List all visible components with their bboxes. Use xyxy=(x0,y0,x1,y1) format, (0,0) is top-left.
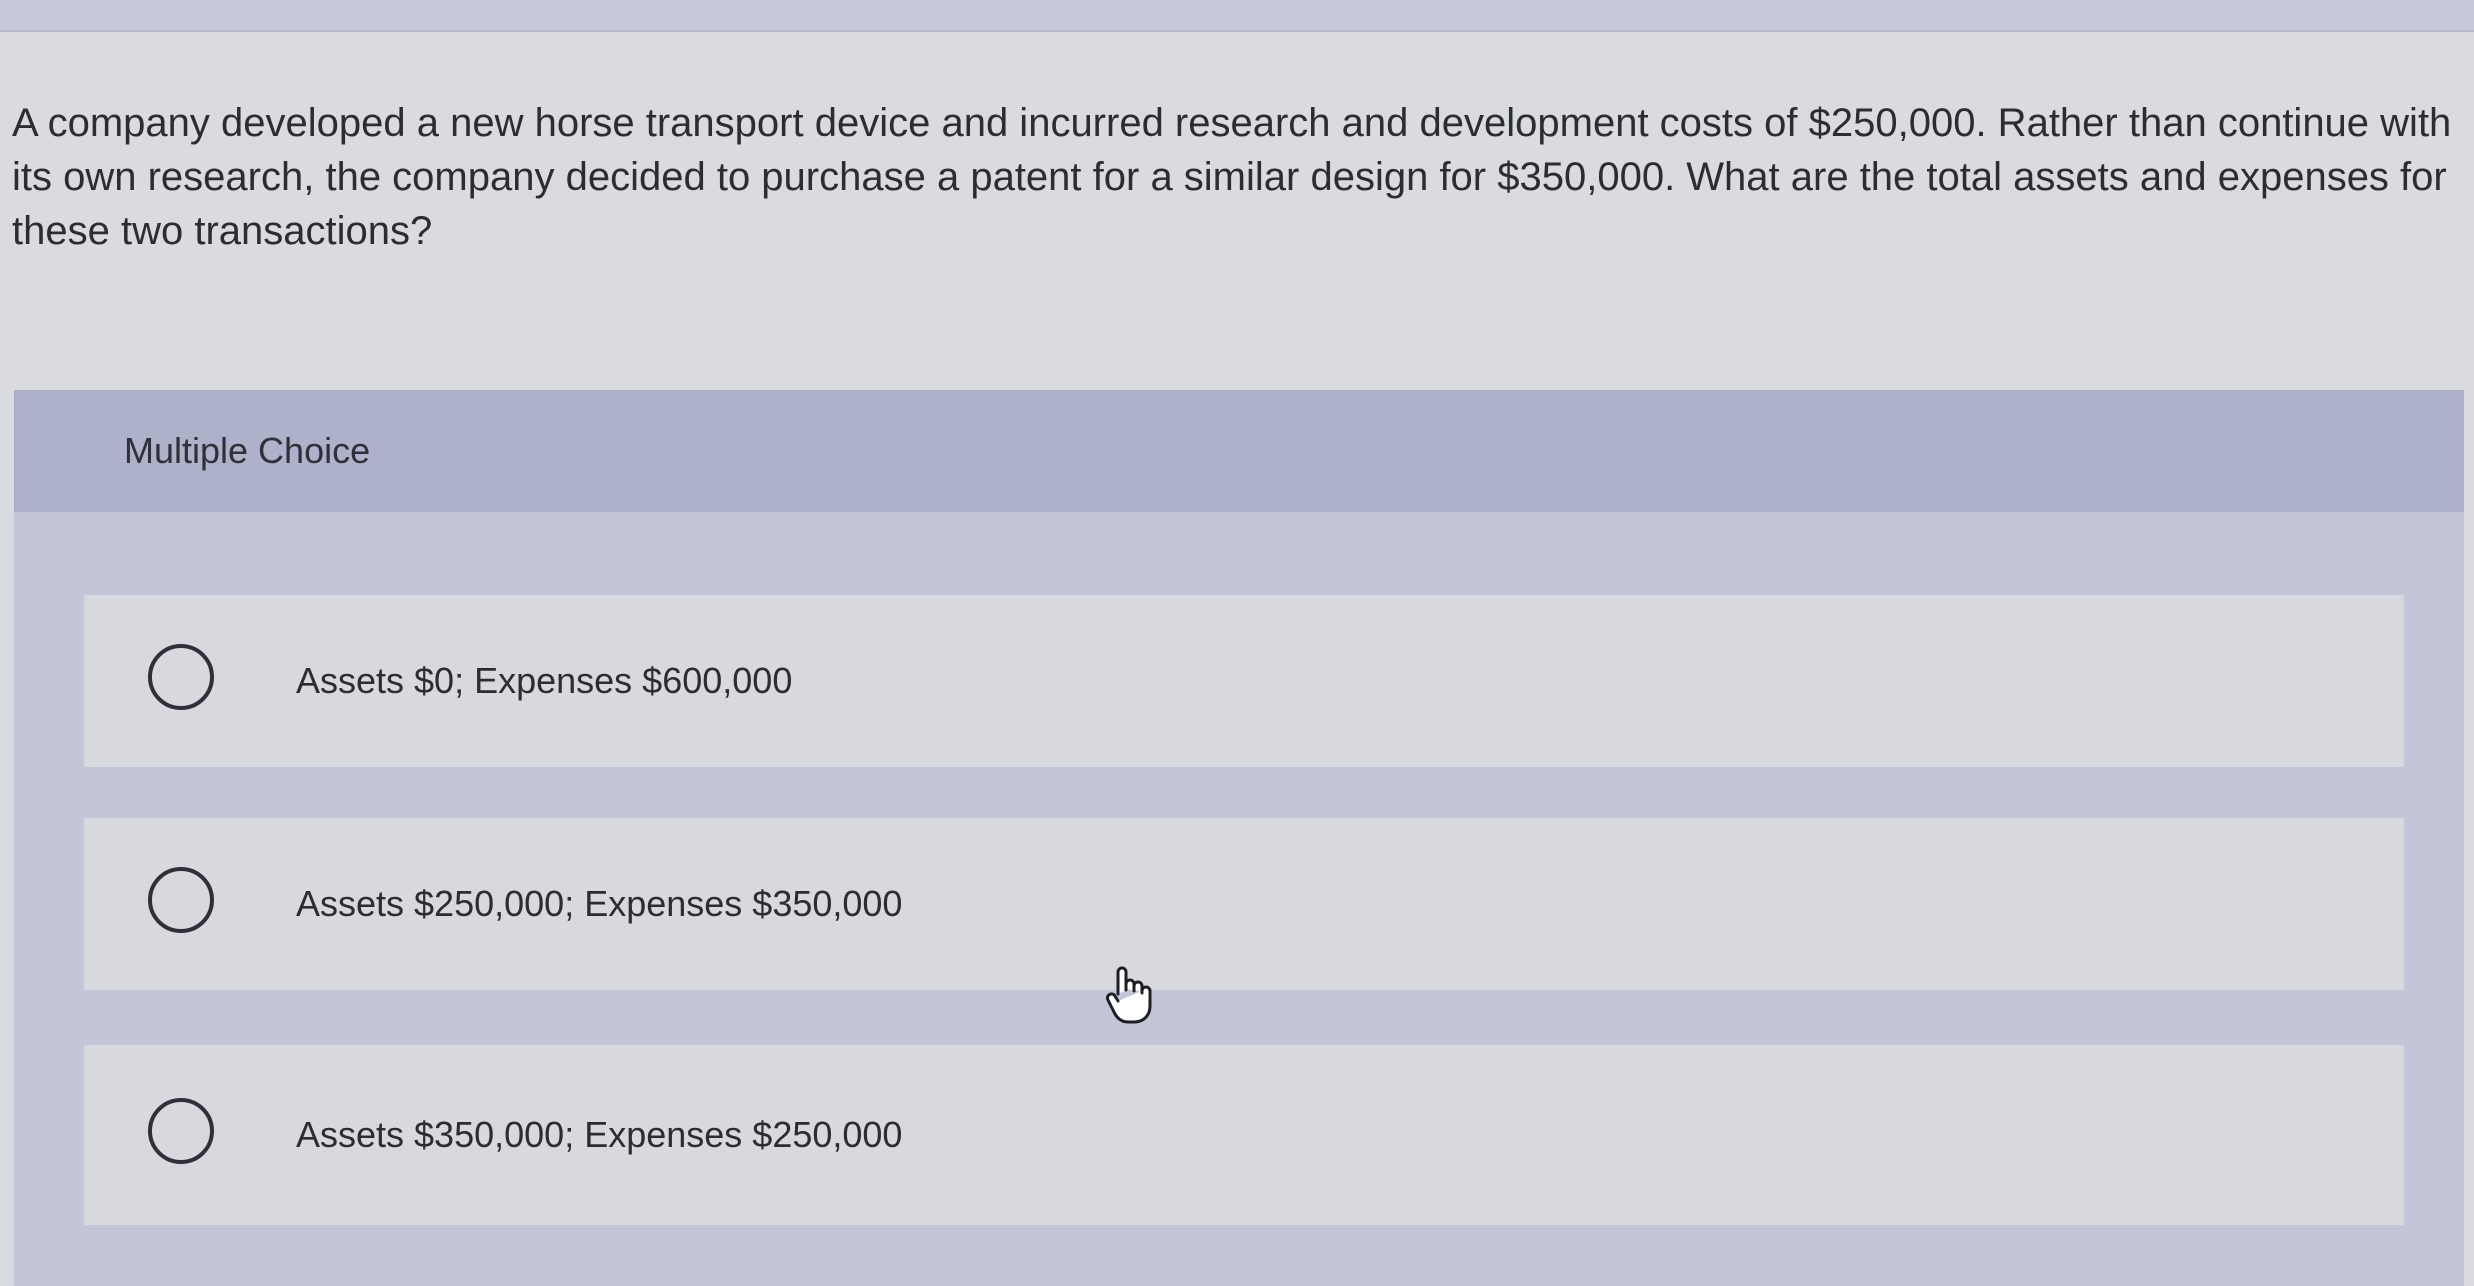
hand-pointer-icon xyxy=(1106,966,1152,1024)
answer-option-label: Assets $250,000; Expenses $350,000 xyxy=(296,883,903,924)
multiple-choice-header: Multiple Choice xyxy=(14,390,2464,512)
multiple-choice-panel: Multiple Choice Assets $0; Expenses $600… xyxy=(14,390,2464,1286)
answer-option-3[interactable]: Assets $350,000; Expenses $250,000 xyxy=(84,1045,2404,1225)
answer-option-label: Assets $350,000; Expenses $250,000 xyxy=(296,1114,903,1155)
answer-option-1[interactable]: Assets $0; Expenses $600,000 xyxy=(84,595,2404,767)
radio-unchecked-icon[interactable] xyxy=(148,1098,214,1164)
multiple-choice-title: Multiple Choice xyxy=(124,430,371,471)
question-text: A company developed a new horse transpor… xyxy=(12,101,2452,253)
radio-unchecked-icon[interactable] xyxy=(148,644,214,710)
radio-unchecked-icon[interactable] xyxy=(148,867,214,933)
answer-option-label: Assets $0; Expenses $600,000 xyxy=(296,660,793,701)
answer-option-2[interactable]: Assets $250,000; Expenses $350,000 xyxy=(84,818,2404,990)
top-toolbar-strip xyxy=(0,0,2474,32)
